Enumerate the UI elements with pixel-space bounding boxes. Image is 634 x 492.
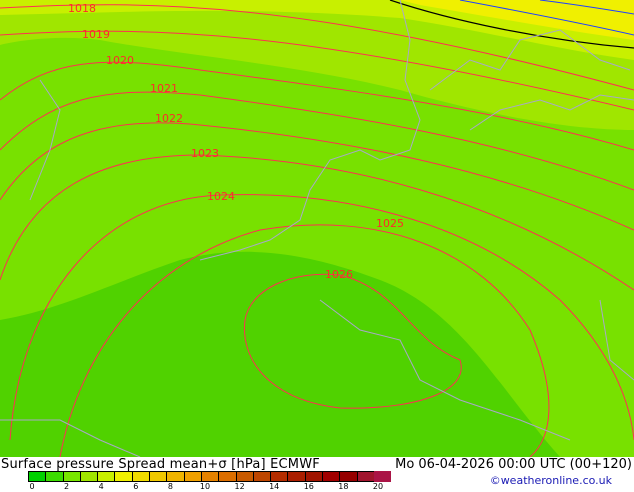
legend-swatch [218,471,236,482]
isobar-label: 1025 [376,217,404,230]
legend-swatch [200,471,219,482]
legend-ticks: 0 2 4 6 8 10 12 14 16 18 20 [28,482,408,492]
color-legend [28,471,392,482]
legend-swatch [28,471,46,482]
forecast-datetime: Mo 06-04-2026 00:00 UTC (00+120) [395,457,632,472]
legend-swatch [45,471,63,482]
legend-swatch [373,471,392,482]
legend-swatch [235,471,253,482]
legend-swatch [322,471,340,482]
isobar-label: 1019 [82,28,110,41]
legend-swatch [166,471,184,482]
legend-swatch [149,471,167,482]
map-title: Surface pressure Spread mean+σ [hPa] ECM… [1,457,320,472]
legend-swatch [97,471,115,482]
isobar-label: 1022 [155,112,183,125]
legend-swatch [114,471,132,482]
legend-swatch [270,471,288,482]
legend-swatch [356,471,374,482]
isobar-label: 1024 [207,190,235,203]
pressure-spread-map: 1018 1019 1020 1021 1022 1023 1024 1025 … [0,0,634,457]
isobar-label: 1020 [106,54,134,67]
isobar-label: 1018 [68,2,96,15]
map-footer: Surface pressure Spread mean+σ [hPa] ECM… [0,457,634,492]
legend-swatch [252,471,271,482]
isobar-label: 1026 [325,268,353,281]
legend-swatch [131,471,150,482]
isobar-label: 1023 [191,147,219,160]
legend-swatch [339,471,357,482]
legend-swatch [304,471,323,482]
legend-swatch [183,471,201,482]
credit-link[interactable]: ©weatheronline.co.uk [490,474,612,487]
legend-swatch [62,471,80,482]
legend-swatch [79,471,98,482]
isobar-label: 1021 [150,82,178,95]
legend-swatch [287,471,305,482]
